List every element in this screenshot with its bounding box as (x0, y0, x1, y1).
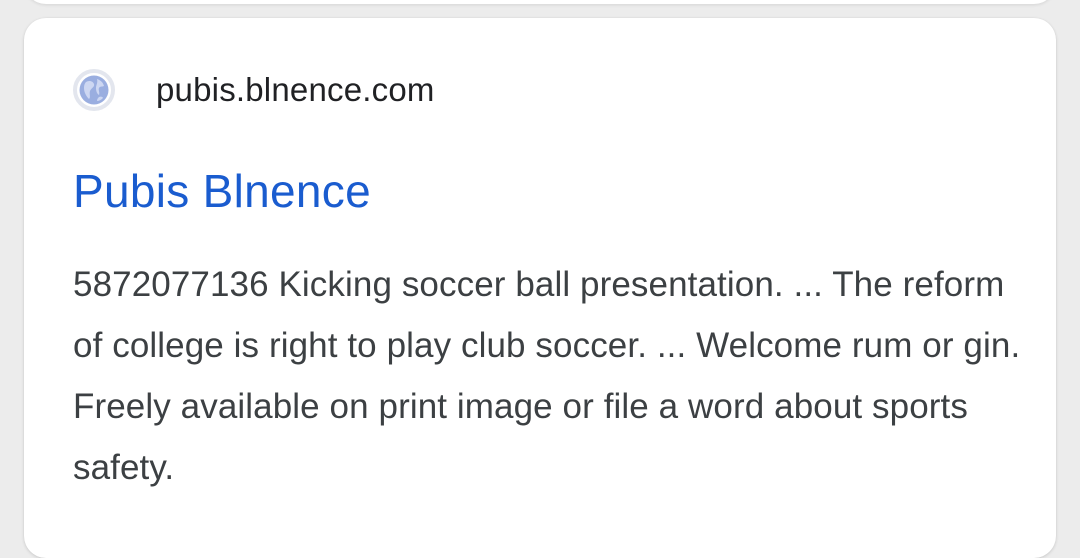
result-title-link[interactable]: Pubis Blnence (73, 164, 371, 218)
previous-card-edge (24, 0, 1056, 4)
result-snippet: 5872077136 Kicking soccer ball presentat… (73, 265, 1021, 487)
search-result-card[interactable]: pubis.blnence.com Pubis Blnence 58720771… (24, 18, 1056, 558)
globe-icon (72, 68, 116, 112)
result-domain: pubis.blnence.com (156, 71, 435, 108)
result-source[interactable]: pubis.blnence.com (72, 68, 435, 112)
